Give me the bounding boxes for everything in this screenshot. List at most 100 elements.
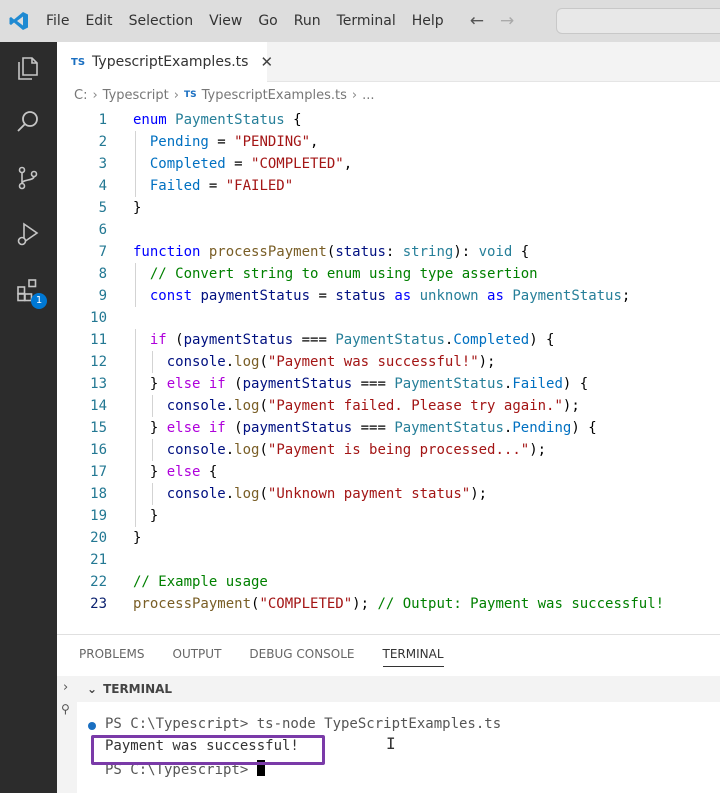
code-line[interactable]: 7 function processPayment(status: string)… — [57, 241, 720, 263]
terminal-section-label: TERMINAL — [103, 682, 173, 696]
code-token: === — [293, 332, 336, 348]
activity-bar: 1 — [0, 42, 57, 793]
code-token: , — [343, 156, 353, 172]
line-number: 10 — [90, 310, 107, 326]
code-token: console — [166, 486, 226, 502]
code-token: } — [133, 200, 142, 216]
code-token: else if — [166, 420, 226, 436]
code-token: } — [149, 420, 167, 436]
code-line[interactable]: 9 const paymentStatus = status as unknown… — [57, 285, 720, 307]
menu-item-view[interactable]: View — [201, 0, 250, 42]
menu-item-run[interactable]: Run — [286, 0, 329, 42]
code-line[interactable]: 4 Failed = "FAILED" — [57, 175, 720, 197]
code-token: paymentStatus — [242, 376, 353, 392]
indent-guide — [151, 351, 153, 373]
source-control-icon[interactable] — [12, 162, 44, 194]
code-line[interactable]: 16 console.log("Payment is being processe… — [57, 439, 720, 461]
code-text: console.log("Unknown payment status"); — [167, 483, 487, 505]
chevron-right-icon[interactable]: › — [63, 680, 68, 695]
indent-guide — [135, 175, 136, 197]
code-line[interactable]: 18 console.log("Unknown payment status"); — [57, 483, 720, 505]
menu-item-edit[interactable]: Edit — [77, 0, 120, 42]
explorer-icon[interactable] — [12, 52, 44, 84]
panel-side-strip: › ⚲ — [57, 676, 77, 793]
code-token: string — [402, 244, 454, 260]
code-editor[interactable]: 1 enum PaymentStatus {2 Pending = "PENDING… — [57, 106, 720, 630]
code-token: { — [284, 112, 302, 128]
terminal-section-header[interactable]: ⌄ TERMINAL — [77, 676, 720, 702]
code-line[interactable]: 6 — [57, 219, 720, 241]
code-line[interactable]: 3 Completed = "COMPLETED", — [57, 153, 720, 175]
code-line[interactable]: 22 // Example usage — [57, 571, 720, 593]
code-text: Completed = "COMPLETED", — [150, 153, 352, 175]
tab-debug-console[interactable]: DEBUG CONSOLE — [249, 647, 354, 667]
code-token: "Payment failed. Please try again." — [267, 398, 563, 414]
code-token: ); — [352, 596, 378, 612]
code-line[interactable]: 12 console.log("Payment was successful!")… — [57, 351, 720, 373]
close-icon[interactable]: ✕ — [260, 53, 273, 71]
code-text: } else if (paymentStatus === PaymentStat… — [150, 373, 588, 395]
code-token: } — [149, 376, 167, 392]
indent-guide — [151, 483, 153, 505]
line-number: 6 — [98, 222, 107, 238]
code-line[interactable]: 13} else if (paymentStatus === PaymentSt… — [57, 373, 720, 395]
code-token: else — [166, 464, 201, 480]
forward-arrow-icon[interactable]: → — [500, 0, 514, 42]
command-center-search[interactable] — [556, 8, 720, 34]
code-token: , — [310, 134, 319, 150]
code-text: } — [133, 197, 141, 219]
code-line[interactable]: 20} — [57, 527, 720, 549]
code-line[interactable]: 11 if (paymentStatus === PaymentStatus.Co… — [57, 329, 720, 351]
code-line[interactable]: 1 enum PaymentStatus { — [57, 109, 720, 131]
code-line[interactable]: 15} else if (paymentStatus === PaymentSt… — [57, 417, 720, 439]
menu-item-file[interactable]: File — [38, 0, 77, 42]
menu-item-help[interactable]: Help — [404, 0, 452, 42]
line-number: 17 — [90, 464, 107, 480]
code-token: Pending — [149, 134, 209, 150]
indent-guide — [135, 439, 136, 461]
breadcrumb-drive[interactable]: C: — [74, 88, 87, 103]
code-line[interactable]: 5} — [57, 197, 720, 219]
code-line[interactable]: 21 — [57, 549, 720, 571]
code-token: = — [208, 134, 235, 150]
breadcrumb-folder[interactable]: Typescript — [103, 88, 169, 103]
line-number: 15 — [90, 420, 107, 436]
code-token: else if — [166, 376, 226, 392]
pin-icon[interactable]: ⚲ — [61, 702, 70, 716]
line-number: 20 — [90, 530, 107, 546]
breadcrumb-more[interactable]: ... — [362, 88, 374, 103]
menu-item-terminal[interactable]: Terminal — [329, 0, 404, 42]
code-line[interactable]: 19} — [57, 505, 720, 527]
code-token: . — [225, 398, 235, 414]
tab-terminal[interactable]: TERMINAL — [382, 647, 444, 667]
back-arrow-icon[interactable]: ← — [470, 0, 484, 42]
typescript-file-icon: TS — [183, 90, 197, 100]
code-line[interactable]: 14 console.log("Payment failed. Please tr… — [57, 395, 720, 417]
line-number: 18 — [90, 486, 107, 502]
extensions-icon[interactable]: 1 — [12, 274, 47, 309]
menu-item-selection[interactable]: Selection — [121, 0, 202, 42]
indent-guide — [135, 417, 136, 439]
code-text: console.log("Payment failed. Please try … — [167, 395, 580, 417]
code-token: log — [234, 442, 260, 458]
tab-output[interactable]: OUTPUT — [173, 647, 222, 667]
code-line[interactable]: 17} else { — [57, 461, 720, 483]
code-text: if (paymentStatus === PaymentStatus.Comp… — [150, 329, 555, 351]
code-text: function processPayment(status: string):… — [133, 241, 529, 263]
line-number: 3 — [98, 156, 107, 172]
code-line[interactable]: 2 Pending = "PENDING", — [57, 131, 720, 153]
code-line[interactable]: 8 // Convert string to enum using type as… — [57, 263, 720, 285]
run-debug-icon[interactable] — [12, 218, 44, 250]
code-token: ); — [478, 354, 496, 370]
code-token: "Payment is being processed..." — [267, 442, 530, 458]
tab-problems[interactable]: PROBLEMS — [79, 647, 145, 667]
code-token: Completed — [149, 156, 226, 172]
search-icon[interactable] — [12, 106, 44, 138]
typescript-file-icon: TS — [71, 56, 86, 68]
code-line[interactable]: 23 processPayment("COMPLETED"); // Output… — [57, 593, 720, 615]
menu-item-go[interactable]: Go — [250, 0, 285, 42]
tab-typescript-examples[interactable]: TS TypescriptExamples.ts ✕ — [57, 42, 273, 82]
terminal-output[interactable]: PS C:\Typescript> ts-node TypeScriptExam… — [77, 702, 720, 793]
code-line[interactable]: 10 — [57, 307, 720, 329]
breadcrumb-file[interactable]: TypescriptExamples.ts — [202, 88, 347, 103]
